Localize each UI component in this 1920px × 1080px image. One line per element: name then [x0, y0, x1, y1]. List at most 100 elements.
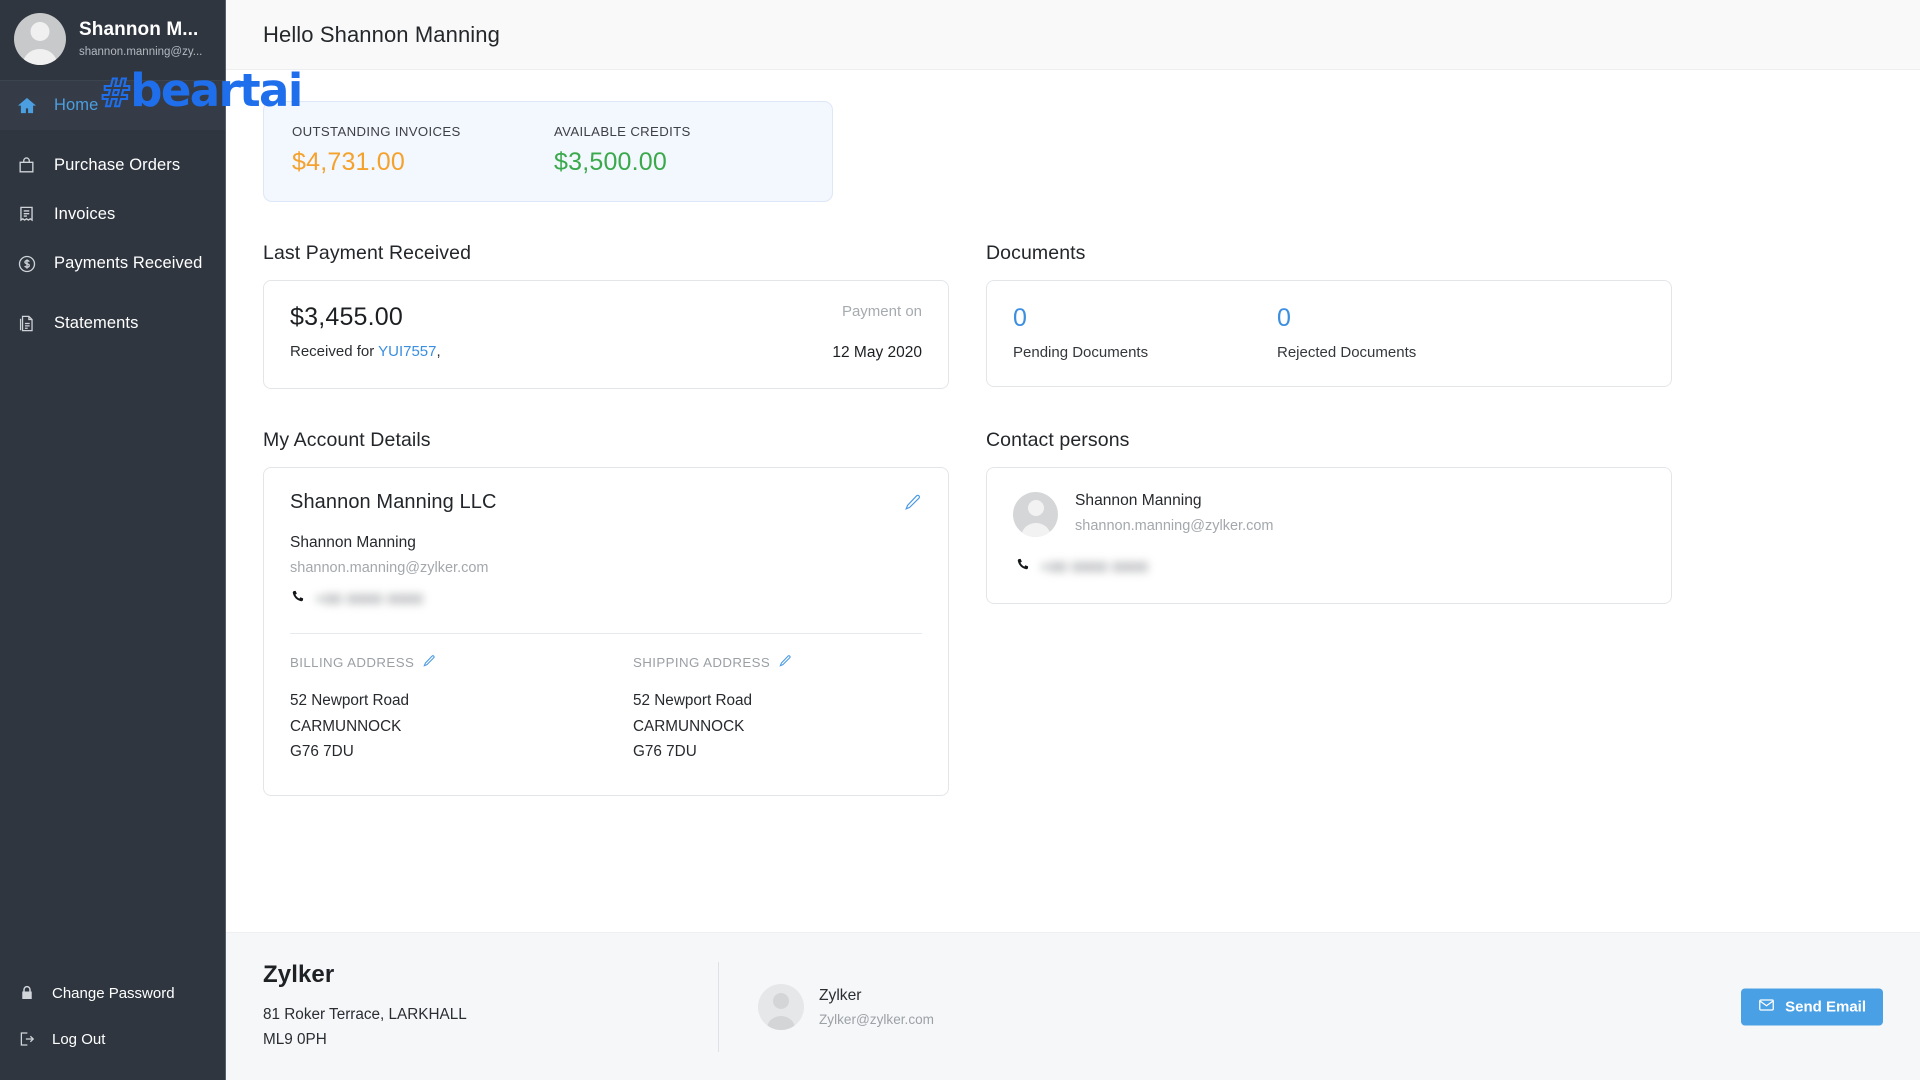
summary-stats-card: OUTSTANDING INVOICES $4,731.00 AVAILABLE…: [263, 101, 833, 202]
payment-date: 12 May 2020: [832, 344, 922, 361]
sidebar-item-label: Home: [54, 96, 99, 114]
address-line: 81 Roker Terrace, LARKHALL: [263, 1006, 467, 1023]
pencil-edit-icon[interactable]: [778, 654, 792, 671]
sidebar-profile[interactable]: Shannon M... shannon.manning@zy...: [0, 0, 225, 81]
rejected-documents-count: 0: [1277, 304, 1292, 332]
account-person-name: Shannon Manning: [290, 534, 416, 551]
footer-org-block: Zylker 81 Roker Terrace, LARKHALL ML9 0P…: [263, 961, 718, 1052]
stat-label: AVAILABLE CREDITS: [554, 124, 691, 139]
content-area: OUTSTANDING INVOICES $4,731.00 AVAILABLE…: [226, 70, 1920, 932]
pencil-edit-icon[interactable]: [422, 654, 436, 671]
address-line: 52 Newport Road: [290, 692, 410, 709]
footer-contact-email: Zylker@zylker.com: [819, 1011, 935, 1027]
invoice-icon: [16, 204, 37, 225]
account-details-column: My Account Details Shannon Manning LLC S…: [263, 429, 949, 796]
sidebar-bottom-nav: Change Password Log Out: [0, 970, 225, 1080]
section-title-account-details: My Account Details: [263, 429, 431, 451]
stat-value: $4,731.00: [292, 148, 406, 176]
sidebar-item-home[interactable]: Home: [0, 81, 225, 130]
sidebar-item-payments-received[interactable]: Payments Received: [0, 239, 225, 288]
app-root: Shannon M... shannon.manning@zy... Home …: [0, 0, 1920, 1080]
addresses-row: BILLING ADDRESS 52 Newport Road CARMUNNO…: [290, 654, 922, 775]
page-title: Hello Shannon Manning: [263, 21, 500, 47]
account-phone-row: +00 0000 0000: [290, 589, 922, 609]
sidebar-profile-name: Shannon M...: [79, 18, 199, 40]
sidebar: Shannon M... shannon.manning@zy... Home …: [0, 0, 226, 1080]
billing-address-lines: 52 Newport Road CARMUNNOCK G76 7DU: [290, 688, 633, 765]
user-avatar-icon: [14, 13, 66, 65]
last-payment-amount: $3,455.00: [290, 303, 404, 331]
contact-person-name: Shannon Manning: [1075, 492, 1202, 509]
footer: Zylker 81 Roker Terrace, LARKHALL ML9 0P…: [226, 932, 1920, 1080]
pending-documents-stat[interactable]: 0 Pending Documents: [1013, 304, 1277, 361]
billing-address-header: BILLING ADDRESS: [290, 654, 633, 671]
contact-person-email: shannon.manning@zylker.com: [1075, 518, 1274, 534]
sidebar-item-statements[interactable]: Statements: [0, 299, 225, 348]
footer-contact-block: Zylker Zylker@zylker.com: [758, 983, 935, 1030]
account-email: shannon.manning@zylker.com: [290, 560, 489, 576]
send-email-button[interactable]: Send Email: [1741, 988, 1883, 1025]
footer-org-name: Zylker: [263, 961, 335, 988]
sidebar-item-label: Change Password: [52, 984, 175, 1002]
footer-divider: [718, 961, 719, 1052]
send-email-label: Send Email: [1785, 998, 1866, 1015]
envelope-icon: [1758, 996, 1775, 1017]
shipping-address-block: SHIPPING ADDRESS 52 Newport Road CARMUNN…: [633, 654, 976, 765]
stat-value: $3,500.00: [554, 148, 668, 176]
dollar-circle-icon: [16, 253, 37, 274]
address-line: 52 Newport Road: [633, 692, 753, 709]
stat-available-credits: AVAILABLE CREDITS $3,500.00: [554, 124, 816, 177]
documents-card: 0 Pending Documents 0 Rejected Documents: [986, 280, 1672, 387]
sidebar-item-label: Statements: [54, 314, 139, 332]
lock-icon: [17, 984, 36, 1003]
sidebar-item-invoices[interactable]: Invoices: [0, 190, 225, 239]
account-details-card: Shannon Manning LLC Shannon Manning shan…: [263, 467, 949, 796]
contact-person-card: Shannon Manning shannon.manning@zylker.c…: [986, 467, 1672, 604]
stat-label: OUTSTANDING INVOICES: [292, 124, 461, 139]
section-row-one: Last Payment Received $3,455.00 Received…: [263, 242, 1883, 389]
sidebar-item-log-out[interactable]: Log Out: [0, 1016, 225, 1062]
last-payment-reference-line: Received for YUI7557,: [290, 343, 441, 360]
card-divider: [290, 633, 922, 634]
contact-person-row: Shannon Manning shannon.manning@zylker.c…: [1013, 492, 1645, 537]
sidebar-nav: Home Purchase Orders Invoices Payments R…: [0, 81, 225, 348]
shipping-address-lines: 52 Newport Road CARMUNNOCK G76 7DU: [633, 688, 976, 765]
sidebar-item-label: Purchase Orders: [54, 156, 181, 174]
address-line: G76 7DU: [633, 743, 697, 760]
sidebar-item-label: Payments Received: [54, 254, 203, 272]
rejected-documents-label: Rejected Documents: [1277, 344, 1417, 361]
invoice-reference-link[interactable]: YUI7557: [378, 343, 436, 360]
sidebar-item-label: Log Out: [52, 1030, 106, 1048]
pencil-edit-icon[interactable]: [903, 493, 922, 517]
section-title-contact-persons: Contact persons: [986, 429, 1130, 451]
sidebar-item-change-password[interactable]: Change Password: [0, 970, 225, 1016]
footer-contact-name: Zylker: [819, 986, 862, 1004]
phone-icon: [290, 589, 305, 609]
address-line: CARMUNNOCK: [633, 717, 745, 735]
main-area: Hello Shannon Manning OUTSTANDING INVOIC…: [226, 0, 1920, 1080]
pending-documents-count: 0: [1013, 304, 1028, 332]
contact-persons-column: Contact persons Shannon Manning shannon.…: [986, 429, 1672, 796]
sidebar-item-label: Invoices: [54, 205, 116, 223]
logout-icon: [17, 1030, 36, 1049]
section-row-two: My Account Details Shannon Manning LLC S…: [263, 429, 1883, 796]
section-title-last-payment: Last Payment Received: [263, 242, 472, 264]
received-for-label: Received for: [290, 343, 379, 360]
contact-phone-number: +00 0000 0000: [1040, 558, 1149, 576]
home-icon: [16, 95, 37, 116]
pending-documents-label: Pending Documents: [1013, 344, 1149, 361]
billing-address-block: BILLING ADDRESS 52 Newport Road CARMUNNO…: [290, 654, 633, 765]
billing-address-label: BILLING ADDRESS: [290, 655, 415, 670]
payment-on-label: Payment on: [841, 303, 922, 320]
last-payment-column: Last Payment Received $3,455.00 Received…: [263, 242, 949, 389]
sidebar-item-purchase-orders[interactable]: Purchase Orders: [0, 141, 225, 190]
top-header-bar: Hello Shannon Manning: [226, 0, 1920, 70]
address-line: G76 7DU: [290, 743, 354, 760]
documents-column: Documents 0 Pending Documents 0 Rejected…: [986, 242, 1672, 389]
last-payment-card: $3,455.00 Received for YUI7557, Payment …: [263, 280, 949, 389]
rejected-documents-stat[interactable]: 0 Rejected Documents: [1277, 304, 1541, 361]
account-phone-number: +00 0000 0000: [315, 590, 424, 608]
section-title-documents: Documents: [986, 242, 1086, 264]
stat-outstanding-invoices: OUTSTANDING INVOICES $4,731.00: [292, 124, 554, 177]
bag-icon: [16, 155, 37, 176]
